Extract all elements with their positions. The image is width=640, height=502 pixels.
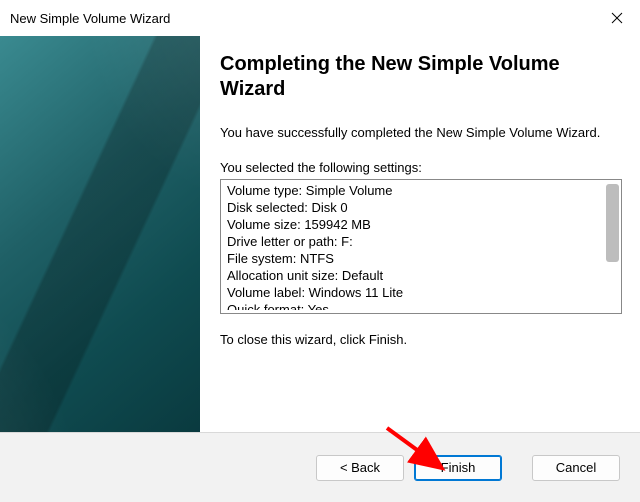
titlebar: New Simple Volume Wizard [0,0,640,36]
cancel-button[interactable]: Cancel [532,455,620,481]
window-title: New Simple Volume Wizard [10,11,170,26]
success-message: You have successfully completed the New … [220,124,622,142]
close-instruction: To close this wizard, click Finish. [220,332,622,347]
list-item: Quick format: Yes [227,301,601,310]
wizard-body: Completing the New Simple Volume Wizard … [0,36,640,432]
wizard-banner [0,36,200,432]
list-item: Volume size: 159942 MB [227,216,601,233]
scrollbar-thumb[interactable] [606,184,619,262]
close-icon [611,12,623,24]
page-heading: Completing the New Simple Volume Wizard [220,52,622,102]
settings-listbox-inner: Volume type: Simple Volume Disk selected… [227,182,601,310]
wizard-content: Completing the New Simple Volume Wizard … [220,52,622,422]
back-button[interactable]: < Back [316,455,404,481]
list-item: Volume label: Windows 11 Lite [227,284,601,301]
list-item: Allocation unit size: Default [227,267,601,284]
list-item: File system: NTFS [227,250,601,267]
finish-button[interactable]: Finish [414,455,502,481]
button-bar: < Back Finish Cancel [0,432,640,502]
settings-label: You selected the following settings: [220,160,622,175]
close-button[interactable] [594,0,640,36]
list-item: Volume type: Simple Volume [227,182,601,199]
settings-listbox[interactable]: Volume type: Simple Volume Disk selected… [220,179,622,314]
list-item: Disk selected: Disk 0 [227,199,601,216]
list-item: Drive letter or path: F: [227,233,601,250]
